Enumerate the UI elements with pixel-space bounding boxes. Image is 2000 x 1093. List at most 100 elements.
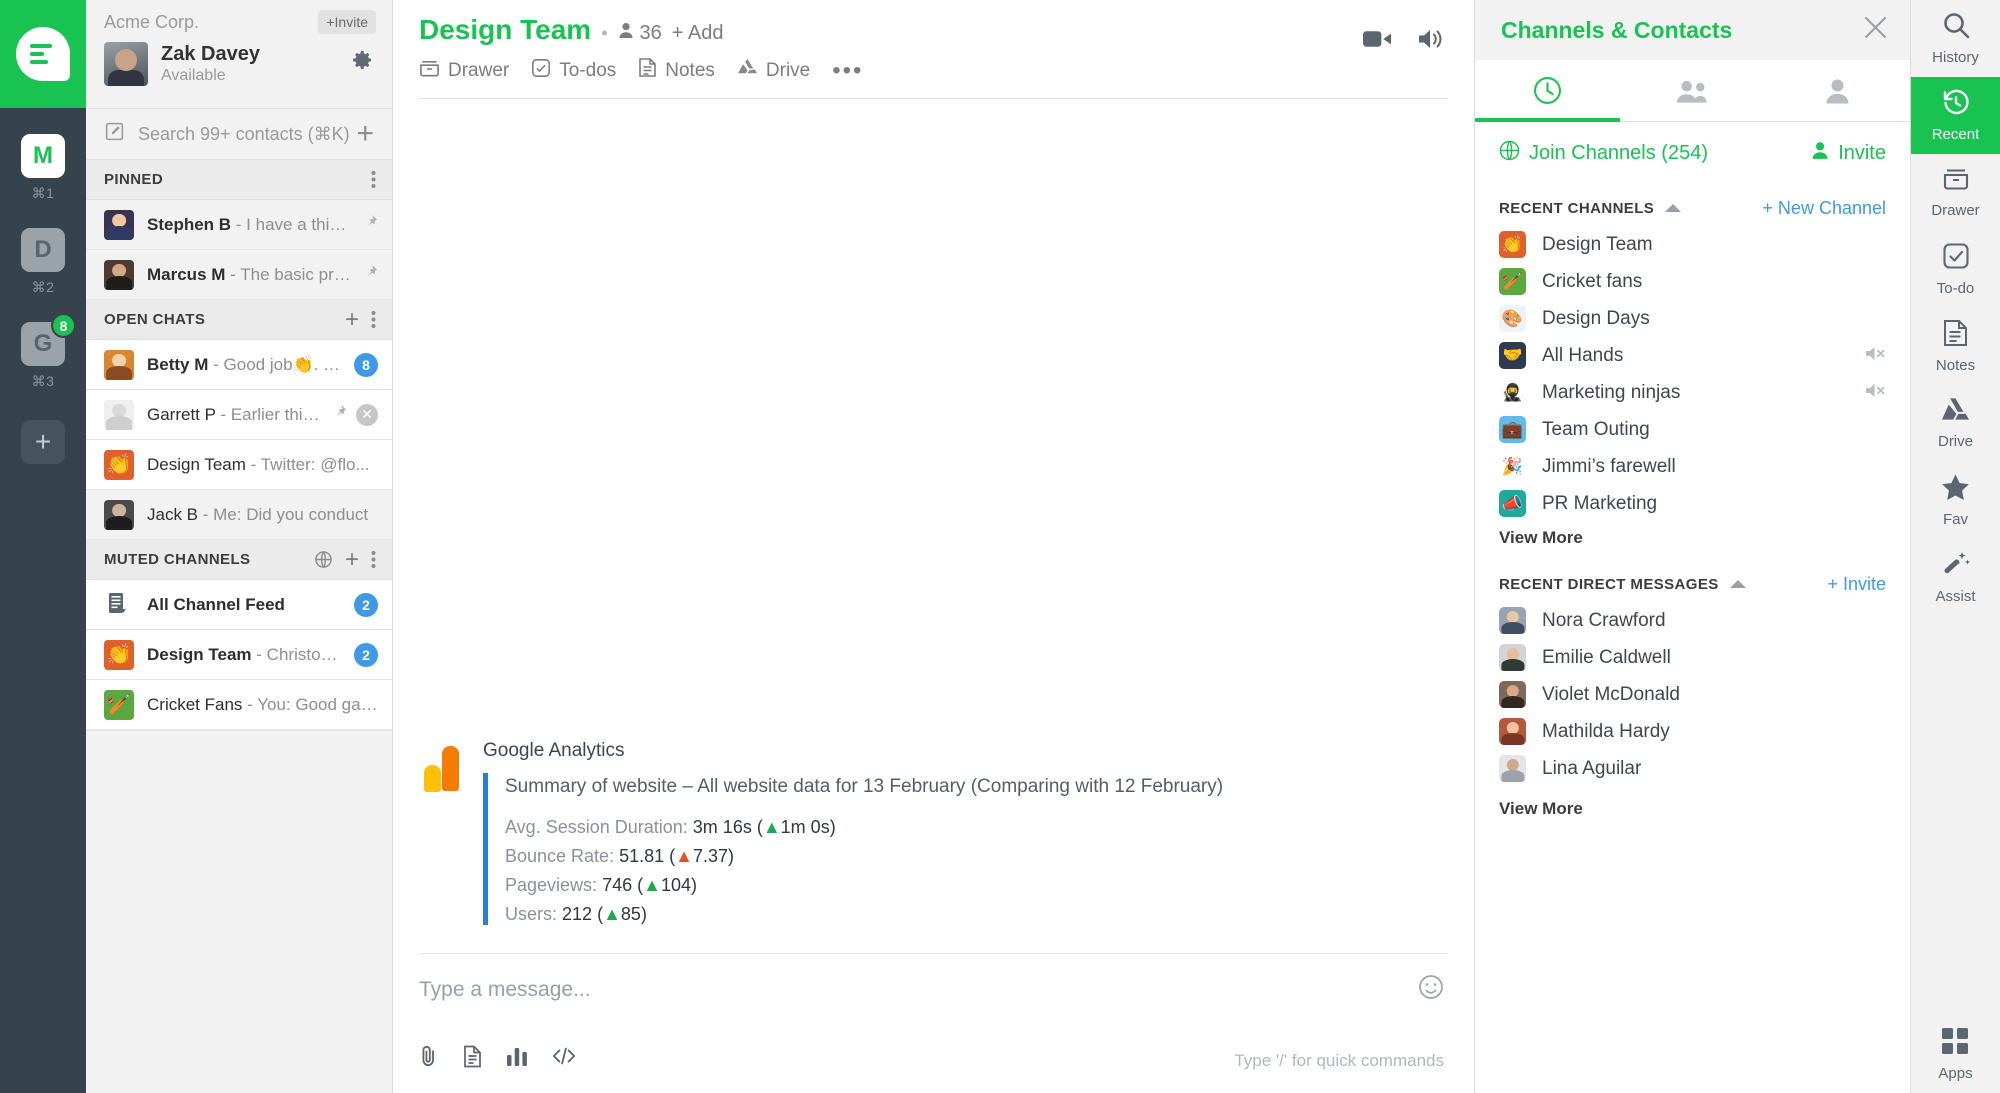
list-item[interactable]: 📣 PR Marketing	[1475, 485, 1910, 522]
toolbar-item-fav[interactable]: Fav	[1911, 462, 2000, 539]
mute-icon[interactable]	[1865, 382, 1886, 404]
view-more-dms-button[interactable]: View More	[1475, 787, 1910, 819]
view-more-channels-button[interactable]: View More	[1475, 522, 1910, 548]
tab-drive[interactable]: Drive	[737, 58, 810, 83]
tab-drawer[interactable]: Drawer	[419, 58, 509, 84]
section-header-recent-channels: RECENT CHANNELS + New Channel	[1475, 190, 1910, 226]
tab-todos[interactable]: To-dos	[531, 58, 616, 84]
open-chats-overflow-icon[interactable]	[371, 310, 376, 329]
tab-notes[interactable]: Notes	[638, 57, 715, 84]
pin-icon[interactable]	[363, 214, 378, 236]
list-item[interactable]: Emilie Caldwell	[1475, 639, 1910, 676]
video-call-icon[interactable]	[1363, 28, 1392, 55]
pin-icon[interactable]	[332, 404, 347, 426]
list-item[interactable]: Stephen B - I have a thing for	[86, 200, 392, 250]
toolbar-item-drive[interactable]: Drive	[1911, 385, 2000, 462]
audio-call-icon[interactable]	[1418, 28, 1444, 55]
list-item[interactable]: 🥷 Marketing ninjas	[1475, 374, 1910, 411]
attach-icon[interactable]	[419, 1044, 439, 1073]
close-icon[interactable]: ✕	[356, 403, 378, 426]
add-members-button[interactable]: + Add	[672, 22, 724, 45]
join-channels-button[interactable]: Join Channels (254)	[1499, 140, 1812, 167]
workspace-switcher-m[interactable]: M ⌘1	[21, 134, 65, 202]
invite-button[interactable]: +Invite	[318, 10, 376, 34]
add-chat-icon[interactable]: +	[345, 307, 359, 332]
code-icon[interactable]	[552, 1045, 576, 1072]
history-clock-icon	[1942, 88, 1970, 121]
avatar: 💼	[1499, 416, 1526, 443]
apps-grid-icon	[1942, 1027, 1969, 1060]
message-input[interactable]: Type a message...	[419, 978, 1448, 1002]
list-item[interactable]: Mathilda Hardy	[1475, 713, 1910, 750]
list-item[interactable]: 🏏 Cricket fans	[1475, 263, 1910, 300]
list-item[interactable]: 👏 Design Team - Twitter: @flo...	[86, 440, 392, 490]
dm-invite-button[interactable]: + Invite	[1827, 574, 1886, 595]
toolbar-item-todo[interactable]: To-do	[1911, 231, 2000, 308]
toolbar-item-history[interactable]: History	[1911, 0, 2000, 77]
right-toolbar: History Recent Drawer To-do Notes Drive …	[1910, 0, 2000, 1093]
list-item[interactable]: 🎨 Design Days	[1475, 300, 1910, 337]
channels-contacts-panel: Channels & Contacts Join Channels (254)	[1474, 0, 1910, 1093]
list-item[interactable]: Garrett P - Earlier this year... ✕	[86, 390, 392, 440]
list-item[interactable]: 👏 Design Team - Christopher J: 2	[86, 630, 392, 680]
new-chat-button[interactable]: +	[356, 119, 374, 149]
list-item[interactable]: 👏 Design Team	[1475, 226, 1910, 263]
chevron-up-icon[interactable]	[1665, 204, 1682, 212]
muted-overflow-icon[interactable]	[371, 550, 376, 569]
workspace-switcher-g[interactable]: G 8 ⌘3	[21, 313, 76, 390]
app-root: M ⌘1 D ⌘2 G 8 ⌘3 + Acme Corp. +Invite Za…	[0, 0, 2000, 1093]
mute-icon[interactable]	[1865, 345, 1886, 367]
toolbar-item-notes[interactable]: Notes	[1911, 308, 2000, 385]
settings-gear-icon[interactable]	[350, 48, 374, 77]
avatar	[104, 209, 134, 240]
search-input[interactable]: Search 99+ contacts (⌘K)	[138, 124, 356, 145]
list-item[interactable]: Betty M - Good job👏. This h... 8	[86, 340, 392, 390]
list-item[interactable]: Marcus M - The basic proced...	[86, 250, 392, 300]
document-icon[interactable]	[463, 1045, 482, 1073]
current-user[interactable]: Zak Davey Available	[104, 42, 376, 86]
avatar	[104, 259, 134, 290]
add-workspace-button[interactable]: +	[21, 420, 65, 464]
list-item[interactable]: 🏏 Cricket Fans - You: Good game	[86, 680, 392, 730]
member-count[interactable]: 36	[618, 22, 662, 45]
poll-icon[interactable]	[506, 1045, 528, 1072]
tab-recent[interactable]	[1475, 60, 1620, 122]
contact-name: Nora Crawford	[1542, 609, 1666, 631]
panel-invite-button[interactable]: Invite	[1812, 141, 1886, 166]
magic-wand-icon	[1942, 550, 1970, 583]
message-composer[interactable]: Type a message... Type '/' for quick com…	[419, 953, 1448, 1093]
list-item[interactable]: All Channel Feed 2	[86, 580, 392, 630]
pinned-overflow-icon[interactable]	[371, 170, 376, 189]
list-item[interactable]: Lina Aguilar	[1475, 750, 1910, 787]
chevron-up-icon[interactable]	[1729, 580, 1746, 588]
workspace-switcher-d[interactable]: D ⌘2	[21, 228, 65, 296]
tab-contacts[interactable]	[1765, 60, 1910, 121]
toolbar-item-assist[interactable]: Assist	[1911, 539, 2000, 616]
plus-icon: +	[34, 426, 52, 457]
workspace-tile-m[interactable]: M	[21, 134, 65, 178]
list-item[interactable]: Nora Crawford	[1475, 602, 1910, 639]
list-item[interactable]: 💼 Team Outing	[1475, 411, 1910, 448]
list-item[interactable]: 🎉 Jimmi’s farewell	[1475, 448, 1910, 485]
globe-icon[interactable]	[314, 550, 333, 569]
list-item[interactable]: 🤝 All Hands	[1475, 337, 1910, 374]
workspace-tile-g[interactable]: G 8	[21, 313, 76, 366]
search-contacts-row[interactable]: Search 99+ contacts (⌘K) +	[86, 108, 392, 160]
toolbar-item-apps[interactable]: Apps	[1911, 1016, 2000, 1093]
user-status[interactable]: Available	[161, 67, 260, 85]
close-icon[interactable]	[1863, 15, 1888, 45]
notes-icon	[1943, 319, 1968, 352]
avatar: 📣	[1499, 490, 1526, 517]
list-item[interactable]: Jack B - Me: Did you conduct	[86, 490, 392, 540]
new-channel-button[interactable]: + New Channel	[1762, 198, 1886, 219]
more-options-icon[interactable]: •••	[832, 58, 863, 82]
workspace-tile-d[interactable]: D	[21, 228, 65, 272]
pin-icon[interactable]	[363, 264, 378, 286]
avatar	[1499, 644, 1526, 671]
toolbar-item-recent[interactable]: Recent	[1910, 77, 2000, 154]
emoji-icon[interactable]	[1418, 974, 1444, 1005]
list-item[interactable]: Violet McDonald	[1475, 676, 1910, 713]
tab-groups[interactable]	[1620, 60, 1765, 121]
toolbar-item-drawer[interactable]: Drawer	[1911, 154, 2000, 231]
add-channel-icon[interactable]: +	[345, 547, 359, 572]
